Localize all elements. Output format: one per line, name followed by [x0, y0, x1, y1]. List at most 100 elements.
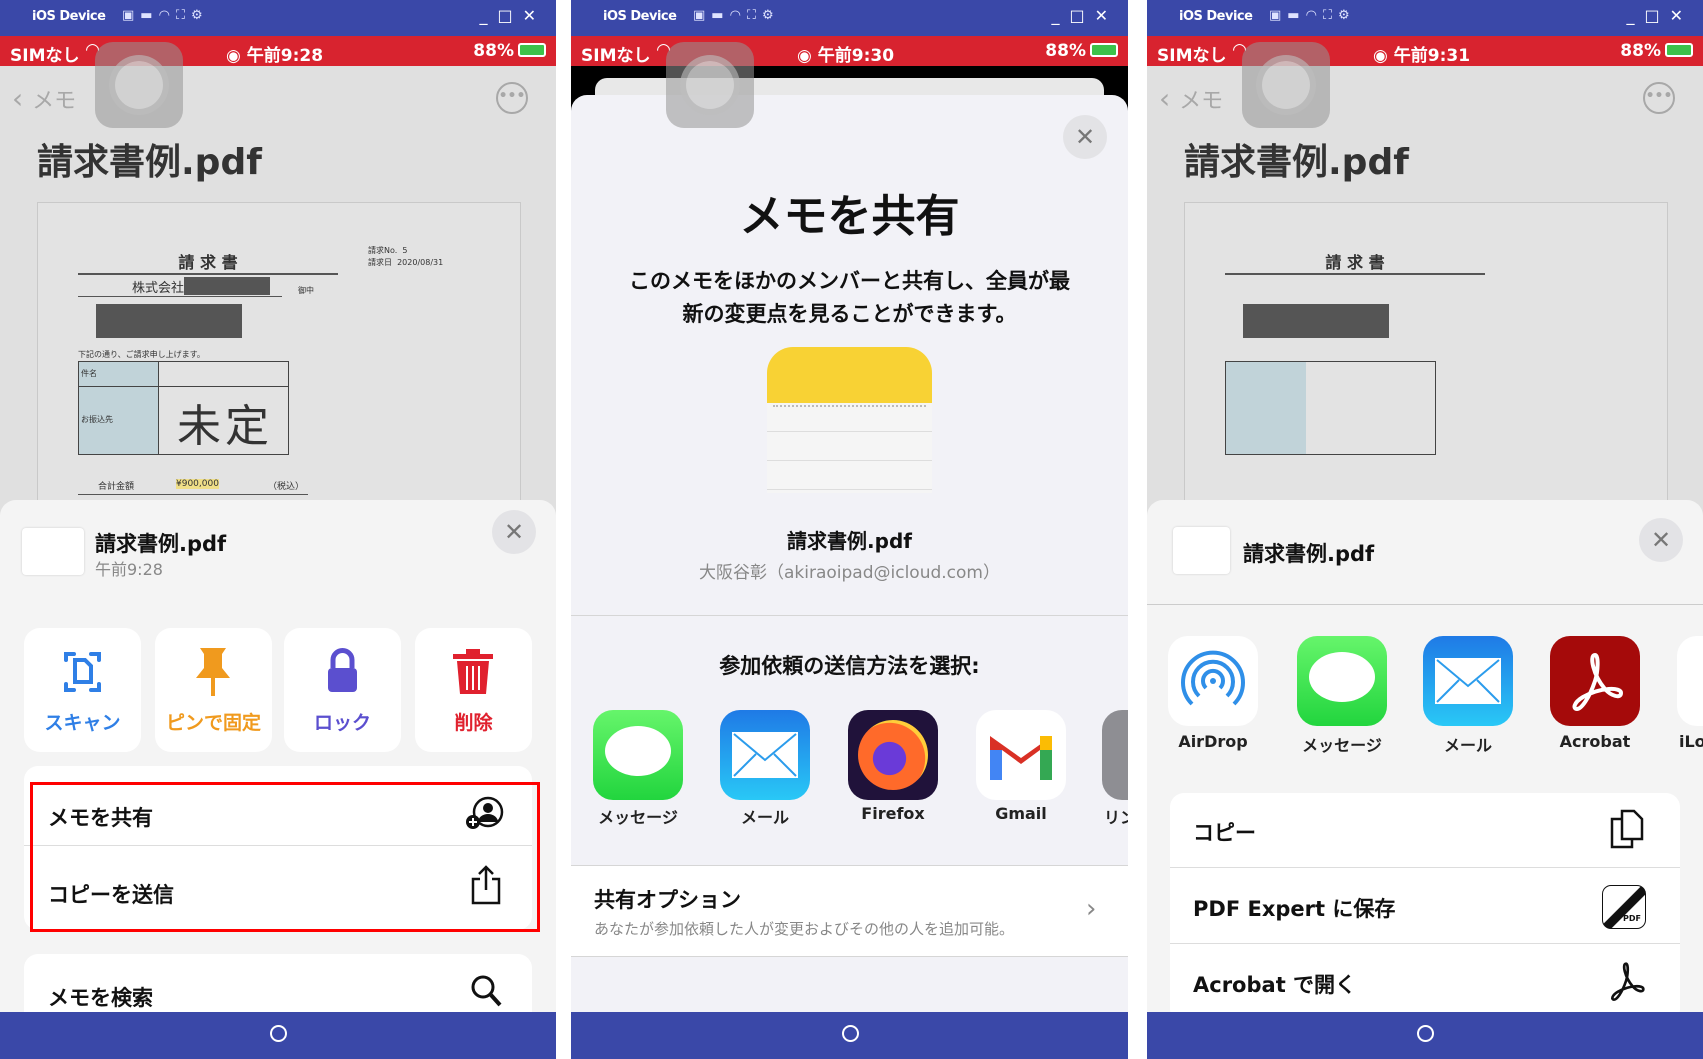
app-messages[interactable]: メッセージ	[593, 710, 683, 827]
doc-company: 株式会社	[78, 277, 282, 297]
delete-button[interactable]: 削除	[415, 628, 532, 752]
app-airdrop[interactable]: AirDrop	[1168, 636, 1258, 751]
messages-icon	[1297, 636, 1387, 726]
app-label: メッセージ	[1302, 736, 1382, 755]
panel-share-note: iOS Device ▣▬◠⛶⚙ _□✕ SIMなし ◠ ◉ 午前9:30 88…	[571, 0, 1128, 1059]
assistive-touch-button[interactable]	[666, 42, 754, 128]
app-label: AirDrop	[1178, 732, 1248, 751]
assistive-touch-button[interactable]	[95, 42, 183, 128]
more-icon[interactable]: •••	[496, 82, 528, 114]
window-controls[interactable]: _□✕	[479, 6, 546, 25]
pin-icon	[196, 648, 230, 696]
window-controls[interactable]: _□✕	[1051, 6, 1118, 25]
payee-label: お振込先	[81, 415, 113, 424]
app-link[interactable]: リンク	[1102, 710, 1128, 827]
app-label: Firefox	[861, 804, 925, 823]
handwritten-text: 未定	[177, 401, 273, 452]
bottom-bar	[0, 1012, 556, 1059]
app-mail[interactable]: メール	[1423, 636, 1513, 755]
clock: ◉ 午前9:28	[226, 46, 324, 66]
chevron-right-icon: ›	[1086, 894, 1097, 924]
app-label: リンク	[1104, 808, 1128, 827]
pdf-expert-label: PDF Expert に保存	[1193, 897, 1396, 921]
ilovepdf-icon	[1677, 636, 1703, 726]
assistive-touch-button[interactable]	[1242, 42, 1330, 128]
owner-account: 大阪谷彰（akiraoipad@icloud.com）	[699, 563, 1000, 583]
panel-send-copy: iOS Device ▣▬◠⛶⚙ _□✕ SIMなし ◠ ◉ 午前9:31 88…	[1147, 0, 1703, 1059]
back-label: メモ	[1179, 89, 1224, 114]
app-messages[interactable]: メッセージ	[1297, 636, 1387, 755]
options-title: 共有オプション	[594, 888, 741, 912]
pdf-preview[interactable]: 請 求 書	[1184, 202, 1668, 522]
method-label: 参加依頼の送信方法を選択:	[719, 654, 980, 678]
acrobat-glyph-icon	[1611, 962, 1645, 1001]
pdf-expert-icon: PDF	[1602, 885, 1646, 929]
battery: 88%	[1620, 41, 1693, 61]
toolbar-icons[interactable]: ▣▬◠⛶⚙	[1269, 8, 1356, 23]
close-button[interactable]: ✕	[1639, 518, 1683, 562]
panel-note-menu: iOS Device ▣▬◠⛶⚙ _□✕ SIMなし ◠ ◉ 午前9:28 88…	[0, 0, 556, 1059]
app-ilovepdf[interactable]: iLo	[1677, 636, 1703, 751]
window-title: iOS Device	[1179, 9, 1253, 24]
copy-row[interactable]: コピー	[1170, 793, 1680, 868]
sheet-title: 請求書例.pdf	[95, 532, 227, 556]
back-button[interactable]: ‹ メモ	[1159, 82, 1223, 115]
lock-label: ロック	[313, 712, 371, 734]
options-subtitle: あなたが参加依頼した人が変更およびその他の人を追加可能。	[594, 920, 1015, 938]
carrier: SIMなし	[1157, 46, 1227, 66]
bottom-bar	[571, 1012, 1128, 1059]
app-firefox[interactable]: Firefox	[848, 710, 938, 823]
battery: 88%	[1045, 41, 1118, 61]
battery-percent: 88%	[1045, 41, 1086, 61]
status-bar: SIMなし ◠ ◉ 午前9:30 88%	[571, 36, 1128, 66]
close-button[interactable]: ✕	[492, 510, 536, 554]
toolbar-icons[interactable]: ▣▬◠⛶⚙	[122, 8, 209, 23]
redaction	[96, 304, 242, 338]
battery-icon	[1090, 43, 1118, 57]
action-list: コピー PDF Expert に保存 PDF Acrobat で開く	[1170, 793, 1680, 1023]
doc-no: 請求No. 5	[368, 245, 407, 256]
search-icon	[471, 975, 502, 1007]
file-thumbnail	[22, 528, 84, 575]
time: 午前9:31	[1393, 46, 1471, 66]
app-gmail[interactable]: Gmail	[976, 710, 1066, 823]
battery-icon	[518, 43, 546, 57]
sheet-title: 請求書例.pdf	[1243, 542, 1375, 566]
search-note-label: メモを検索	[48, 986, 153, 1010]
file-thumbnail	[1173, 527, 1230, 574]
description-line: このメモをほかのメンバーと共有し、全員が最	[629, 269, 1070, 293]
back-button[interactable]: ‹ メモ	[12, 82, 76, 115]
pin-button[interactable]: ピンで固定	[155, 628, 272, 752]
app-acrobat[interactable]: Acrobat	[1550, 636, 1640, 751]
acrobat-icon	[1550, 636, 1640, 726]
clock: ◉ 午前9:31	[1373, 46, 1471, 66]
window-titlebar: iOS Device ▣▬◠⛶⚙ _□✕	[1147, 0, 1703, 36]
toolbar-icons[interactable]: ▣▬◠⛶⚙	[693, 8, 780, 23]
scan-button[interactable]: スキャン	[24, 628, 141, 752]
pdf-preview[interactable]: 請 求 書 請求No. 5 請求日 2020/08/31 株式会社 御中 下記の…	[37, 202, 521, 522]
time: 午前9:30	[817, 46, 895, 66]
redaction	[184, 277, 271, 295]
share-description: このメモをほかのメンバーと共有し、全員が最 新の変更点を見ることができます。	[571, 265, 1128, 331]
app-label: メッセージ	[598, 808, 678, 827]
close-button[interactable]: ✕	[1063, 115, 1107, 159]
lock-button[interactable]: ロック	[284, 628, 401, 752]
pin-label: ピンで固定	[165, 712, 261, 734]
app-mail[interactable]: メール	[720, 710, 810, 827]
home-button[interactable]	[841, 1025, 859, 1042]
description-line: 新の変更点を見ることができます。	[682, 302, 1017, 326]
share-options-row[interactable]: 共有オプション あなたが参加依頼した人が変更およびその他の人を追加可能。 ›	[571, 865, 1128, 957]
home-button[interactable]	[270, 1025, 287, 1042]
copy-icon	[1610, 809, 1644, 849]
no-label: 請求No.	[368, 246, 398, 255]
doc-table: 件名 お振込先 未定	[78, 361, 289, 455]
more-icon[interactable]: •••	[1643, 82, 1675, 114]
window-controls[interactable]: _□✕	[1626, 6, 1693, 25]
battery-percent: 88%	[473, 41, 514, 61]
total-label: 合計金額	[98, 482, 135, 492]
app-label: メール	[1443, 736, 1492, 755]
acrobat-open-row[interactable]: Acrobat で開く	[1170, 945, 1680, 1020]
pdf-expert-row[interactable]: PDF Expert に保存 PDF	[1170, 869, 1680, 944]
home-button[interactable]	[1417, 1025, 1434, 1042]
shared-file-name: 請求書例.pdf	[787, 529, 912, 553]
